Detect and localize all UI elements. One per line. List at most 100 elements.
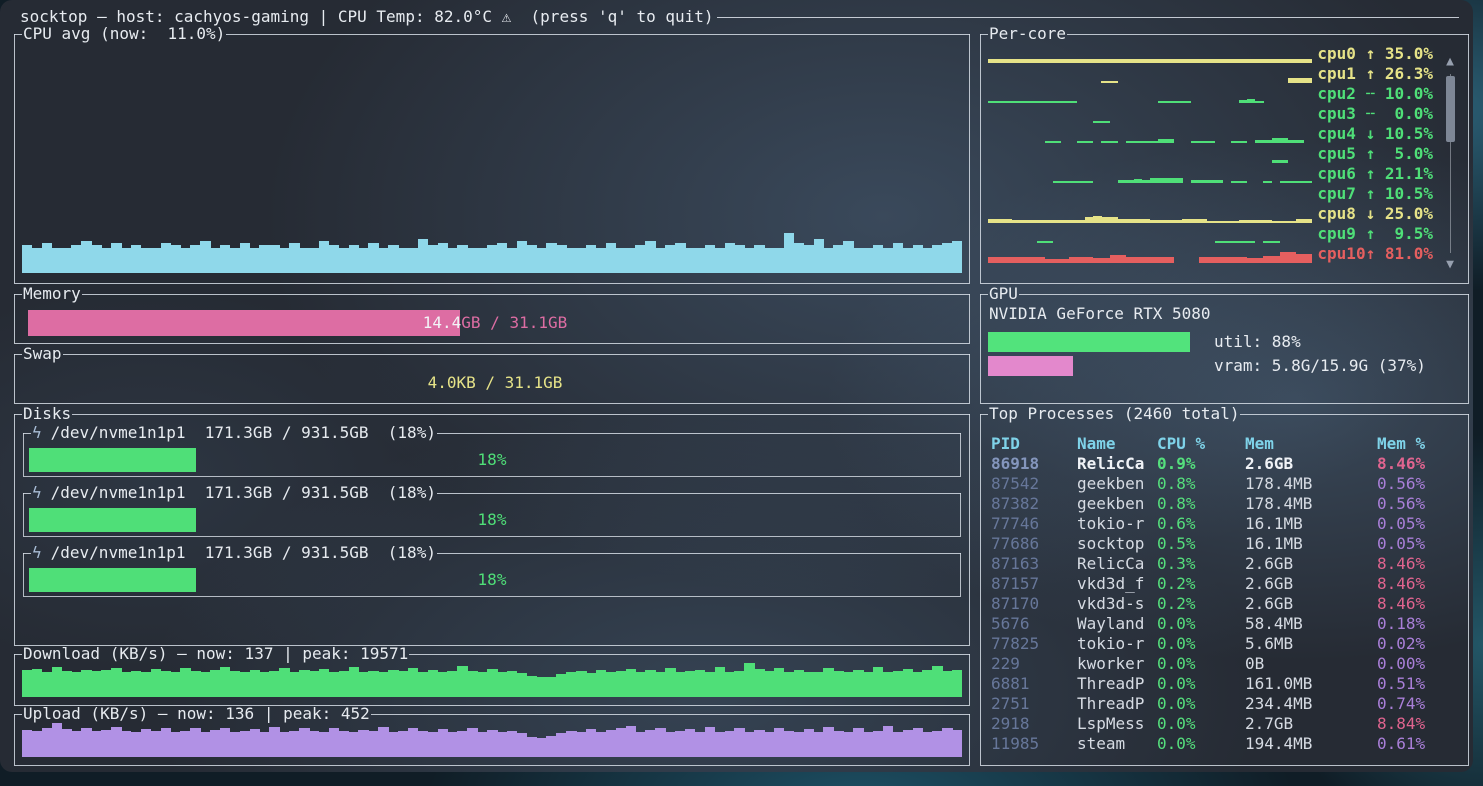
process-pid: 77746	[991, 514, 1039, 534]
process-name: LspMess	[1077, 714, 1144, 734]
lightning-bolt-icon: ϟ	[32, 423, 42, 443]
desktop-wallpaper: socktop — host: cachyos-gaming | CPU Tem…	[0, 0, 1483, 786]
process-mem-percent: 0.61%	[1377, 734, 1425, 754]
gpu-title: GPU	[988, 284, 1019, 304]
cpu-avg-title: CPU avg (now: 11.0%)	[22, 24, 226, 44]
core-label: cpu6 ↑ 21.1%	[1317, 164, 1433, 184]
process-mem: 2.6GB	[1245, 554, 1293, 574]
panel-memory: Memory 14.4GB / 31.1GB 14.4GB / 31.1GB	[14, 294, 970, 344]
process-name: steam	[1077, 734, 1125, 754]
core-label: cpu4 ↓ 10.5%	[1317, 124, 1433, 144]
process-mem: 2.6GB	[1245, 454, 1293, 474]
scrollbar-thumb[interactable]	[1446, 76, 1455, 142]
process-pid: 11985	[991, 734, 1039, 754]
core-row: cpu10↑ 81.0%	[988, 244, 1461, 264]
panel-cpu-avg: CPU avg (now: 11.0%)	[14, 34, 970, 284]
core-sparkline	[988, 104, 1312, 123]
process-mem-percent: 0.05%	[1377, 534, 1425, 554]
scroll-up-icon[interactable]: ▲	[1442, 54, 1458, 70]
disk-gauge: 18%	[29, 568, 955, 592]
process-mem-percent: 0.51%	[1377, 674, 1425, 694]
disk-item: ϟ/dev/nvme1n1p1 171.3GB / 931.5GB (18%) …	[23, 433, 961, 477]
process-mem: 2.7GB	[1245, 714, 1293, 734]
process-cpu: 0.8%	[1157, 494, 1196, 514]
panel-swap: Swap 4.0KB / 31.1GB	[14, 354, 970, 404]
process-pid: 86918	[991, 454, 1039, 474]
core-row: cpu3 ╌ 0.0%	[988, 104, 1461, 124]
process-row: 11985 steam 0.0% 194.4MB 0.61%	[981, 734, 1468, 754]
process-rows: 86918RelicCa0.9%2.6GB8.46%87542geekben0.…	[981, 414, 1468, 765]
core-sparkline	[988, 164, 1312, 183]
process-name: RelicCa	[1077, 554, 1144, 574]
process-pid: 87382	[991, 494, 1039, 514]
memory-title: Memory	[22, 284, 82, 304]
process-row: 87157vkd3d_f0.2%2.6GB8.46%	[981, 574, 1468, 594]
disk-item: ϟ/dev/nvme1n1p1 171.3GB / 931.5GB (18%) …	[23, 553, 961, 597]
swap-gauge-label: 4.0KB / 31.1GB	[28, 370, 962, 396]
process-row: 87163RelicCa0.3%2.6GB8.46%	[981, 554, 1468, 574]
core-sparkline	[988, 204, 1312, 223]
process-row: 2918LspMess0.0%2.7GB8.84%	[981, 714, 1468, 734]
core-row: cpu4 ↓ 10.5%	[988, 124, 1461, 144]
process-row: 77746tokio-r0.6%16.1MB0.05%	[981, 514, 1468, 534]
panel-gpu: GPU NVIDIA GeForce RTX 5080 util: 88% vr…	[980, 294, 1469, 404]
process-pid: 87542	[991, 474, 1039, 494]
process-mem: 234.4MB	[1245, 694, 1312, 714]
process-mem-percent: 8.46%	[1377, 454, 1425, 474]
process-row: 2751ThreadP0.0%234.4MB0.74%	[981, 694, 1468, 714]
process-row: 5676Wayland0.0%58.4MB0.18%	[981, 614, 1468, 634]
process-name: RelicCa	[1077, 454, 1144, 474]
per-core-rows: cpu0 ↑ 35.0%cpu1 ↑ 26.3%cpu2 ╌ 10.0%cpu3…	[988, 34, 1461, 283]
process-cpu: 0.0%	[1157, 634, 1196, 654]
process-pid: 2918	[991, 714, 1030, 734]
process-name: geekben	[1077, 474, 1144, 494]
process-name: geekben	[1077, 494, 1144, 514]
process-mem: 2.6GB	[1245, 574, 1293, 594]
process-mem-percent: 0.56%	[1377, 474, 1425, 494]
process-cpu: 0.8%	[1157, 474, 1196, 494]
core-sparkline	[988, 184, 1312, 203]
process-name: ThreadP	[1077, 694, 1144, 714]
process-mem: 2.6GB	[1245, 594, 1293, 614]
process-mem: 5.6MB	[1245, 634, 1293, 654]
gpu-name: NVIDIA GeForce RTX 5080	[989, 304, 1211, 324]
process-pid: 87157	[991, 574, 1039, 594]
gpu-util-gauge	[988, 332, 1218, 352]
panel-download: Download (KB/s) — now: 137 | peak: 19571	[14, 654, 970, 706]
process-mem-percent: 0.05%	[1377, 514, 1425, 534]
disk-gauge-label: 18%	[29, 448, 955, 472]
core-sparkline	[988, 124, 1312, 143]
process-row: 87170vkd3d-s0.2%2.6GB8.46%	[981, 594, 1468, 614]
process-mem: 161.0MB	[1245, 674, 1312, 694]
process-name: tokio-r	[1077, 634, 1144, 654]
process-name: kworker	[1077, 654, 1144, 674]
process-mem: 194.4MB	[1245, 734, 1312, 754]
memory-gauge: 14.4GB / 31.1GB 14.4GB / 31.1GB	[28, 310, 962, 336]
core-label: cpu10↑ 81.0%	[1317, 244, 1433, 264]
core-row: cpu9 ↑ 9.5%	[988, 224, 1461, 244]
upload-title: Upload (KB/s) — now: 136 | peak: 452	[22, 704, 371, 724]
download-title: Download (KB/s) — now: 137 | peak: 19571	[22, 644, 409, 664]
gpu-vram-fill	[988, 356, 1073, 376]
header-rule	[717, 17, 1459, 18]
swap-gauge: 4.0KB / 31.1GB	[28, 370, 962, 396]
process-cpu: 0.0%	[1157, 674, 1196, 694]
process-cpu: 0.2%	[1157, 594, 1196, 614]
process-mem: 178.4MB	[1245, 474, 1312, 494]
process-mem: 0B	[1245, 654, 1264, 674]
core-row: cpu1 ↑ 26.3%	[988, 64, 1461, 84]
cpu-avg-sparkline	[22, 61, 962, 273]
process-mem-percent: 8.46%	[1377, 554, 1425, 574]
process-row: 87542 geekben 0.8% 178.4MB 0.56%	[981, 474, 1468, 494]
process-pid: 87170	[991, 594, 1039, 614]
panel-per-core: Per-core cpu0 ↑ 35.0%cpu1 ↑ 26.3%cpu2 ╌ …	[980, 34, 1469, 284]
core-row: cpu0 ↑ 35.0%	[988, 44, 1461, 64]
process-mem-percent: 0.00%	[1377, 654, 1425, 674]
process-mem-percent: 0.56%	[1377, 494, 1425, 514]
scroll-down-icon[interactable]: ▼	[1442, 257, 1458, 273]
process-cpu: 0.0%	[1157, 734, 1196, 754]
panel-upload: Upload (KB/s) — now: 136 | peak: 452	[14, 714, 970, 766]
process-mem-percent: 0.02%	[1377, 634, 1425, 654]
process-cpu: 0.0%	[1157, 654, 1196, 674]
core-sparkline	[988, 44, 1312, 63]
